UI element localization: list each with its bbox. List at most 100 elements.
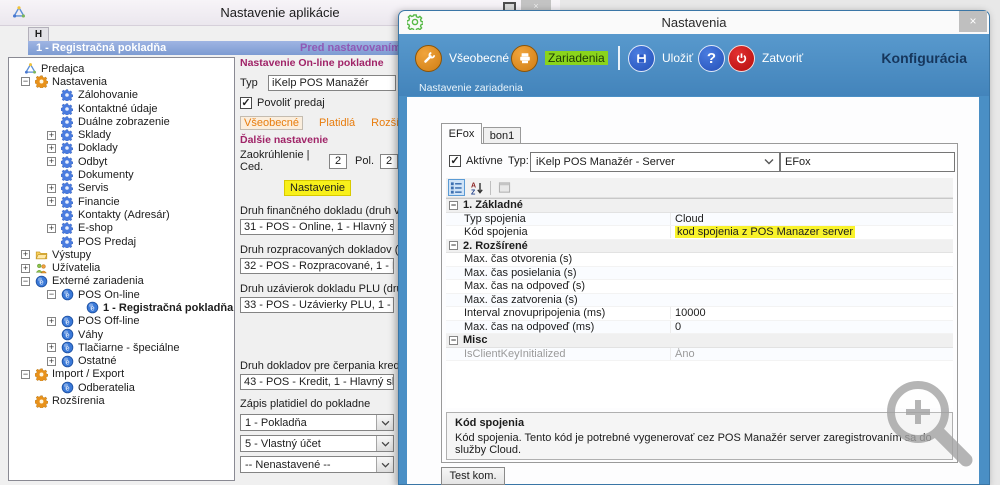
tree-item-label: Externé zariadenia	[52, 275, 144, 287]
tree-item[interactable]: +Doklady	[9, 142, 234, 155]
categorized-view-icon[interactable]	[448, 179, 465, 196]
expand-toggle[interactable]: +	[47, 157, 56, 166]
tree-item[interactable]: Kontakty (Adresár)	[9, 208, 234, 221]
payment-dropdown[interactable]: 1 - Pokladňa	[240, 414, 394, 431]
chevron-down-icon[interactable]	[376, 457, 393, 472]
property-row[interactable]: Max. čas na odpoveď (ms)0	[446, 321, 953, 335]
tree-item[interactable]: Rozšírenia	[9, 394, 234, 407]
expand-toggle[interactable]: +	[47, 197, 56, 206]
tab-bon1[interactable]: bon1	[483, 127, 521, 144]
property-category-row[interactable]: −2. Rozšírené	[446, 240, 953, 254]
expand-toggle[interactable]: −	[21, 370, 30, 379]
tab-rozsirene[interactable]: Rozšírené	[371, 117, 398, 129]
property-row[interactable]: Max. čas zatvorenia (s)	[446, 294, 953, 308]
property-value[interactable]: Cloud	[670, 213, 953, 225]
tree-item[interactable]: Predajca	[9, 62, 234, 75]
expand-toggle[interactable]: +	[21, 250, 30, 259]
rounding-ced-input[interactable]: 2	[329, 154, 347, 169]
property-value[interactable]: 10000	[670, 307, 953, 319]
typ-input[interactable]: iKelp POS Manažér	[268, 75, 396, 91]
expand-toggle[interactable]: +	[47, 224, 56, 233]
expand-toggle[interactable]: −	[47, 290, 56, 299]
property-row[interactable]: Max. čas otvorenia (s)	[446, 253, 953, 267]
collapse-toggle[interactable]: −	[449, 201, 458, 210]
tree-item[interactable]: +Financie	[9, 195, 234, 208]
tree-item[interactable]: eVáhy	[9, 328, 234, 341]
save-button[interactable]: Uložiť	[628, 44, 693, 72]
tree-item-label: Odbyt	[78, 156, 107, 168]
tree-item[interactable]: Zálohovanie	[9, 89, 234, 102]
expand-toggle[interactable]: +	[47, 357, 56, 366]
property-row[interactable]: Max. čas posielania (s)	[446, 267, 953, 281]
collapse-toggle[interactable]: −	[449, 336, 458, 345]
tree-item[interactable]: e1 - Registračná pokladňa	[9, 301, 234, 314]
test-communication-button[interactable]: Test kom.	[441, 467, 505, 485]
property-value[interactable]: kod spojenia z POS Manazer server	[670, 226, 953, 238]
collapse-toggle[interactable]: −	[449, 241, 458, 250]
tree-item[interactable]: +Sklady	[9, 128, 234, 141]
expand-toggle[interactable]: −	[21, 277, 30, 286]
tree-item[interactable]: Duálne zobrazenie	[9, 115, 234, 128]
chevron-down-icon[interactable]	[376, 415, 393, 430]
tree-item[interactable]: eOdberatelia	[9, 381, 234, 394]
ecircle-icon: e	[34, 275, 48, 288]
tab-vseobecne[interactable]: Všeobecné	[240, 116, 303, 130]
tree-item[interactable]: +Servis	[9, 182, 234, 195]
tree-item[interactable]: + Odbyt	[9, 155, 234, 168]
property-value[interactable]: Áno	[670, 348, 953, 360]
rounding-pol-input[interactable]: 2	[380, 154, 398, 169]
expand-toggle[interactable]: −	[21, 77, 30, 86]
tree-item-label: Ostatné	[78, 355, 117, 367]
property-category-row[interactable]: −Misc	[446, 334, 953, 348]
settings-button[interactable]: Nastavenie	[284, 180, 351, 196]
tree-item[interactable]: −e Externé zariadenia	[9, 275, 234, 288]
svg-text:e: e	[65, 357, 69, 366]
active-checkbox[interactable]: ✓	[449, 155, 461, 167]
tree-item[interactable]: +E-shop	[9, 222, 234, 235]
tree-item[interactable]: POS Predaj	[9, 235, 234, 248]
property-row[interactable]: Typ spojeniaCloud	[446, 213, 953, 227]
dialog-close-button[interactable]: ×	[959, 11, 987, 32]
tree-item[interactable]: +ePOS Off-line	[9, 315, 234, 328]
field-input[interactable]: 32 - POS - Rozpracované, 1 - Hlavn	[240, 258, 394, 274]
tree-item[interactable]: −ePOS On-line	[9, 288, 234, 301]
tree-item[interactable]: Dokumenty	[9, 168, 234, 181]
tree-item[interactable]: +Výstupy	[9, 248, 234, 261]
tree-item[interactable]: +eTlačiarne - špeciálne	[9, 341, 234, 354]
property-row[interactable]: Max. čas na odpoveď (s)	[446, 280, 953, 294]
tab-efox[interactable]: EFox	[441, 123, 482, 144]
general-button[interactable]: Všeobecné	[415, 44, 509, 72]
expand-toggle[interactable]: +	[21, 264, 30, 273]
alphabetical-sort-icon[interactable]: AZ	[468, 179, 485, 196]
tree-item[interactable]: + e Ostatné	[9, 355, 234, 368]
expand-toggle[interactable]: +	[47, 131, 56, 140]
gear-blue-icon	[60, 89, 74, 102]
allow-sale-checkbox[interactable]: ✓	[240, 97, 252, 109]
tree-item[interactable]: + Užívatelia	[9, 261, 234, 274]
expand-toggle[interactable]: +	[47, 317, 56, 326]
field-input[interactable]: 43 - POS - Kredit, 1 - Hlavný sklad	[240, 374, 394, 390]
tree-item[interactable]: −Import / Export	[9, 368, 234, 381]
field-input[interactable]: 31 - POS - Online, 1 - Hlavný sklad	[240, 219, 394, 235]
chevron-down-icon[interactable]	[376, 436, 393, 451]
property-category-row[interactable]: −1. Základné	[446, 199, 953, 213]
close-button[interactable]: Zatvoriť	[728, 44, 803, 72]
field-input[interactable]: 33 - POS - Uzávierky PLU, 1 - Hlavn	[240, 297, 394, 313]
tab-platidla[interactable]: Platidlá	[319, 117, 355, 129]
expand-toggle[interactable]: +	[47, 184, 56, 193]
tab-h[interactable]: H	[28, 27, 49, 41]
tree-item[interactable]: Kontaktné údaje	[9, 102, 234, 115]
property-value[interactable]: 0	[670, 321, 953, 333]
payment-dropdown[interactable]: -- Nenastavené --	[240, 456, 394, 473]
device-name-input[interactable]: EFox	[780, 152, 955, 172]
property-row[interactable]: IsClientKeyInitializedÁno	[446, 348, 953, 362]
payment-dropdown[interactable]: 5 - Vlastný účet	[240, 435, 394, 452]
property-row[interactable]: Interval znovupripojenia (ms)10000	[446, 307, 953, 321]
tree-item-label: Užívatelia	[52, 262, 100, 274]
device-type-select[interactable]: iKelp POS Manažér - Server	[530, 152, 780, 172]
expand-toggle[interactable]: +	[47, 144, 56, 153]
tree-item[interactable]: −Nastavenia	[9, 75, 234, 88]
property-row[interactable]: Kód spojeniakod spojenia z POS Manazer s…	[446, 226, 953, 240]
expand-toggle[interactable]: +	[47, 343, 56, 352]
help-button[interactable]: ?	[698, 44, 725, 72]
